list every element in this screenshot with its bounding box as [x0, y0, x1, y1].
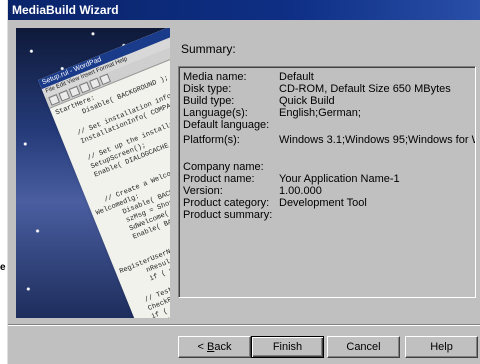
- help-button[interactable]: Help: [405, 336, 478, 358]
- wizard-side-image: Setup.rul - WordPad File Edit View Inser…: [16, 28, 170, 318]
- summary-value: Default: [279, 71, 314, 83]
- summary-key: Product category:: [183, 197, 270, 209]
- summary-key: Product name:: [183, 173, 255, 185]
- background-text-fragment: e: [0, 262, 6, 273]
- summary-key: Platform(s):: [183, 134, 240, 146]
- finish-button[interactable]: Finish: [251, 336, 324, 358]
- wizard-window: MediaBuild Wizard Setup.rul - WordPad Fi…: [7, 0, 480, 364]
- summary-value: Windows 3.1;Windows 95;Windows for W: [279, 134, 476, 146]
- title-bar[interactable]: MediaBuild Wizard: [8, 0, 480, 20]
- summary-key: Media name:: [183, 71, 247, 83]
- summary-key: Language(s):: [183, 107, 248, 119]
- summary-key: Build type:: [183, 95, 235, 107]
- back-button[interactable]: < Back: [178, 336, 251, 358]
- summary-value: Your Application Name-1: [279, 173, 400, 185]
- summary-value: Development Tool: [279, 197, 367, 209]
- summary-heading: Summary:: [181, 42, 236, 56]
- window-title: MediaBuild Wizard: [12, 3, 119, 17]
- summary-key: Product summary:: [183, 209, 273, 221]
- summary-key: Disk type:: [183, 83, 232, 95]
- back-button-prefix: <: [197, 341, 207, 353]
- summary-value: Quick Build: [279, 95, 335, 107]
- summary-key: Company name:: [183, 161, 264, 173]
- summary-panel: Media name: Default Disk type: CD-ROM, D…: [178, 66, 476, 298]
- cancel-button[interactable]: Cancel: [327, 336, 400, 358]
- back-button-suffix: ack: [214, 341, 232, 353]
- button-area-separator: [8, 324, 480, 326]
- summary-key: Version:: [183, 185, 223, 197]
- summary-value: English;German;: [279, 107, 361, 119]
- summary-key: Default language:: [183, 119, 270, 131]
- summary-value: 1.00.000: [279, 185, 322, 197]
- summary-value: CD-ROM, Default Size 650 MBytes: [279, 83, 451, 95]
